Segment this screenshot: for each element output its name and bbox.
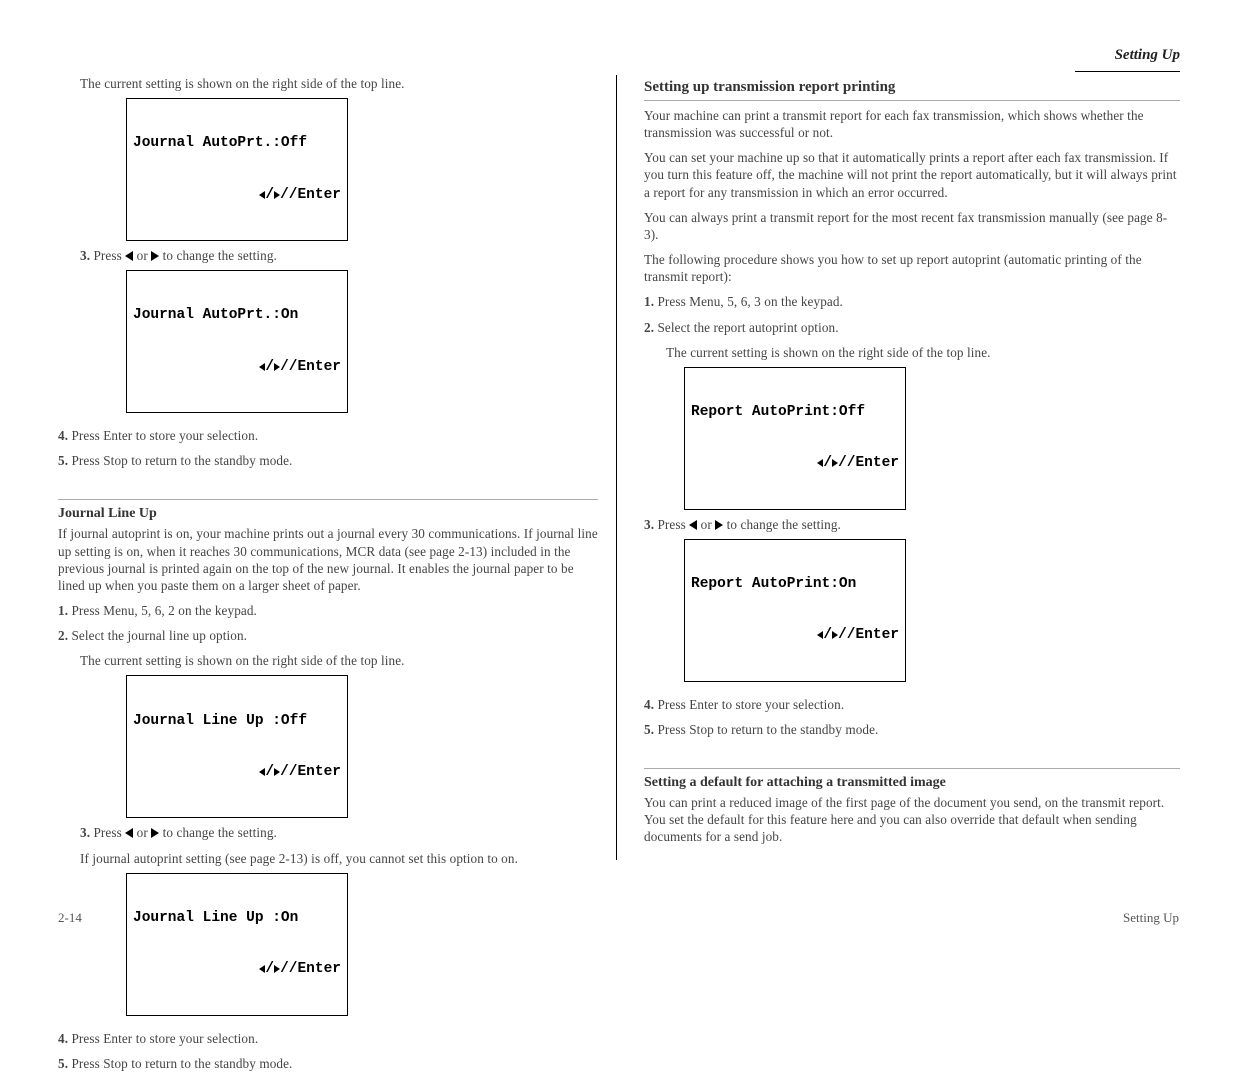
rpt-para1: Your machine can print a transmit report…	[644, 107, 1180, 141]
column-divider	[616, 75, 617, 860]
lcd-line1: Report AutoPrint:Off	[691, 404, 899, 421]
left-arrow-icon	[817, 459, 823, 467]
left-arrow-icon	[259, 363, 265, 371]
lu-step5: 5. Press Stop to return to the standby m…	[58, 1055, 598, 1072]
right-arrow-icon	[274, 363, 280, 371]
step4: 4. Press Enter to store your selection.	[58, 427, 598, 444]
rpt-para2: You can set your machine up so that it a…	[644, 149, 1180, 200]
rpt-step4: 4. Press Enter to store your selection.	[644, 696, 1180, 713]
right-arrow-icon	[715, 520, 723, 530]
lcd-line2: ///Enter	[133, 187, 341, 204]
right-arrow-icon	[274, 965, 280, 973]
rpt-step2: 2. Select the report autoprint option.	[644, 319, 1180, 336]
lcd-journal-autoprint-on: Journal AutoPrt.:On ///Enter	[126, 270, 348, 413]
right-arrow-icon	[832, 631, 838, 639]
lcd-line1: Journal AutoPrt.:On	[133, 307, 341, 324]
left-arrow-icon	[689, 520, 697, 530]
page-number-right: Setting Up	[1123, 910, 1179, 926]
lcd-line1: Journal AutoPrt.:Off	[133, 135, 341, 152]
right-arrow-icon	[832, 459, 838, 467]
section-rule	[58, 499, 598, 500]
lu-step1: 1. Press Menu, 5, 6, 2 on the keypad.	[58, 602, 598, 619]
lcd-journal-lineup-on: Journal Line Up :On ///Enter	[126, 873, 348, 1016]
attach-image-heading: Setting a default for attaching a transm…	[644, 775, 1180, 791]
rpt-intro: The current setting is shown on the righ…	[666, 344, 1180, 361]
lcd-line2: ///Enter	[691, 455, 899, 472]
left-arrow-icon	[259, 768, 265, 776]
right-arrow-icon	[151, 251, 159, 261]
lu-note: If journal autoprint setting (see page 2…	[80, 850, 598, 867]
left-arrow-icon	[817, 631, 823, 639]
rpt-step3-press-line: 3. Press or to change the setting.	[644, 516, 1180, 533]
lu-step2: 2. Select the journal line up option.	[58, 627, 598, 644]
rpt-step5: 5. Press Stop to return to the standby m…	[644, 721, 1180, 738]
left-arrow-icon	[259, 191, 265, 199]
lcd-line2: ///Enter	[133, 359, 341, 376]
right-arrow-icon	[151, 828, 159, 838]
left-arrow-icon	[125, 251, 133, 261]
lu-step4: 4. Press Enter to store your selection.	[58, 1030, 598, 1047]
lcd-line2: ///Enter	[133, 961, 341, 978]
lcd-journal-lineup-off: Journal Line Up :Off ///Enter	[126, 675, 348, 818]
left-arrow-icon	[259, 965, 265, 973]
right-arrow-icon	[274, 768, 280, 776]
rpt-para3: You can always print a transmit report f…	[644, 209, 1180, 243]
journal-line-up-heading: Journal Line Up	[58, 506, 598, 522]
lcd-line2: ///Enter	[133, 764, 341, 781]
page-number-left: 2-14	[58, 910, 82, 926]
step3-press-line: 3. Press or to change the setting.	[80, 247, 598, 264]
lcd-report-autoprint-off: Report AutoPrint:Off ///Enter	[684, 367, 906, 510]
left-arrow-icon	[125, 828, 133, 838]
lcd-journal-autoprint-off: Journal AutoPrt.:Off ///Enter	[126, 98, 348, 241]
step5: 5. Press Stop to return to the standby m…	[58, 452, 598, 469]
right-arrow-icon	[274, 191, 280, 199]
lcd-line1: Journal Line Up :Off	[133, 713, 341, 730]
lcd-line2: ///Enter	[691, 627, 899, 644]
lcd-report-autoprint-on: Report AutoPrint:On ///Enter	[684, 539, 906, 682]
right-column: Setting up transmission report printing …	[644, 75, 1180, 860]
lcd-line1: Journal Line Up :On	[133, 910, 341, 927]
section-rule	[644, 100, 1180, 101]
rpt-step1: 1. Press Menu, 5, 6, 3 on the keypad.	[644, 293, 1180, 310]
lu-intro: The current setting is shown on the righ…	[80, 652, 598, 669]
lu-step3-press-line: 3. Press or to change the setting.	[80, 824, 598, 841]
header-rule	[1075, 71, 1180, 72]
lcd-line1: Report AutoPrint:On	[691, 576, 899, 593]
report-autoprint-heading: Setting up transmission report printing	[644, 79, 1180, 96]
intro-text: The current setting is shown on the righ…	[80, 75, 598, 92]
section-rule	[644, 768, 1180, 769]
header-section-label: Setting Up	[1115, 47, 1180, 64]
left-column: The current setting is shown on the righ…	[58, 75, 598, 860]
rpt-para4: The following procedure shows you how to…	[644, 251, 1180, 285]
journal-line-up-para: If journal autoprint is on, your machine…	[58, 525, 598, 594]
attach-image-para: You can print a reduced image of the fir…	[644, 794, 1180, 845]
